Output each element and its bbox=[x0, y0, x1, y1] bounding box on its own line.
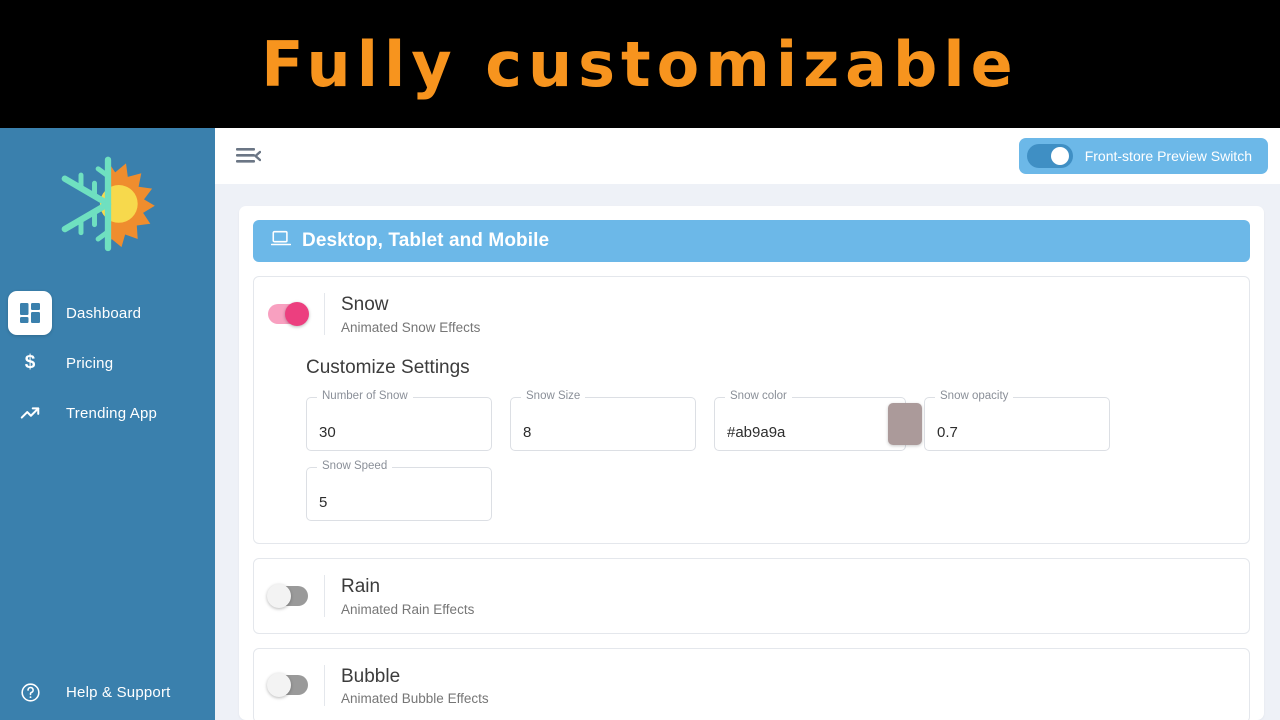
field-snow-opacity[interactable]: Snow opacity 0.7 bbox=[924, 389, 1110, 451]
preview-switch-label: Front-store Preview Switch bbox=[1084, 148, 1252, 164]
sidebar-item-dashboard[interactable]: Dashboard bbox=[0, 288, 215, 338]
field-snow-color[interactable]: Snow color #ab9a9a bbox=[714, 389, 922, 451]
desktop-monitor-icon bbox=[270, 230, 292, 252]
effect-block-snow: Snow Animated Snow Effects Customize Set… bbox=[253, 276, 1250, 544]
dollar-icon: $ bbox=[24, 352, 36, 373]
topbar: Front-store Preview Switch bbox=[215, 128, 1280, 184]
effect-description: Animated Rain Effects bbox=[341, 601, 475, 617]
dashboard-grid-icon bbox=[8, 291, 52, 335]
field-value: 30 bbox=[319, 423, 336, 441]
field-number-of-snow[interactable]: Number of Snow 30 bbox=[306, 389, 492, 451]
field-label: Snow opacity bbox=[935, 389, 1014, 402]
effect-block-rain: Rain Animated Rain Effects bbox=[253, 557, 1250, 634]
field-value: 8 bbox=[523, 423, 532, 441]
effect-title: Bubble bbox=[341, 665, 401, 687]
field-value: 5 bbox=[319, 493, 328, 511]
app-shell: Dashboard $ Pricing Trending App Help & … bbox=[0, 128, 1280, 720]
field-snow-speed[interactable]: Snow Speed 5 bbox=[306, 459, 492, 521]
field-snow-size[interactable]: Snow Size 8 bbox=[510, 389, 696, 451]
bubble-effect-toggle[interactable] bbox=[267, 673, 308, 698]
sidebar-item-pricing[interactable]: $ Pricing bbox=[0, 338, 215, 388]
field-label: Snow color bbox=[725, 389, 792, 402]
field-label: Number of Snow bbox=[317, 389, 413, 402]
panel-header: Desktop, Tablet and Mobile bbox=[253, 220, 1250, 262]
effect-head: Bubble Animated Bubble Effects bbox=[254, 649, 1249, 720]
effect-text: Rain Animated Rain Effects bbox=[324, 574, 475, 617]
effect-block-bubble: Bubble Animated Bubble Effects bbox=[253, 647, 1250, 720]
sidebar-nav: Dashboard $ Pricing Trending App bbox=[0, 288, 215, 438]
field-label: Snow Speed bbox=[317, 459, 393, 472]
snow-color-swatch[interactable] bbox=[888, 402, 922, 445]
effect-text: Snow Animated Snow Effects bbox=[324, 293, 480, 335]
effect-text: Bubble Animated Bubble Effects bbox=[324, 664, 489, 707]
field-label: Snow Size bbox=[521, 389, 586, 402]
main-column: Front-store Preview Switch Desktop, Tabl… bbox=[215, 128, 1280, 720]
settings-field-grid: Number of Snow 30 Snow Size 8 Snow color… bbox=[306, 389, 1231, 521]
effects-panel-card: Desktop, Tablet and Mobile Snow Animated… bbox=[239, 206, 1264, 720]
effect-title: Snow bbox=[341, 294, 389, 315]
sidebar-item-trending-app[interactable]: Trending App bbox=[0, 388, 215, 438]
snowflake-sun-logo bbox=[61, 156, 155, 252]
sidebar-footer-label: Help & Support bbox=[66, 683, 171, 701]
snow-effect-toggle[interactable] bbox=[268, 301, 309, 326]
promo-banner: Fully customizable bbox=[0, 0, 1280, 128]
sidebar-item-label: Trending App bbox=[66, 404, 158, 422]
promo-headline: Fully customizable bbox=[261, 27, 1019, 101]
effect-title: Rain bbox=[341, 575, 381, 597]
sidebar-item-label: Dashboard bbox=[66, 304, 142, 322]
field-value: #ab9a9a bbox=[727, 423, 786, 441]
sidebar-item-label: Pricing bbox=[66, 354, 114, 372]
effect-head: Snow Animated Snow Effects bbox=[254, 277, 1249, 351]
effect-head: Rain Animated Rain Effects bbox=[254, 559, 1249, 633]
effect-description: Animated Bubble Effects bbox=[341, 691, 489, 707]
panel-header-title: Desktop, Tablet and Mobile bbox=[302, 230, 550, 251]
effect-description: Animated Snow Effects bbox=[341, 319, 481, 335]
customize-settings-title: Customize Settings bbox=[306, 356, 470, 378]
sidebar-item-help-support[interactable]: Help & Support bbox=[0, 670, 215, 714]
trending-up-icon bbox=[8, 391, 52, 435]
help-circle-icon bbox=[8, 670, 52, 714]
menu-collapse-icon[interactable] bbox=[233, 143, 263, 169]
field-value: 0.7 bbox=[937, 423, 958, 441]
customize-settings-section: Customize Settings Number of Snow 30 Sno… bbox=[254, 357, 1249, 543]
rain-effect-toggle[interactable] bbox=[267, 583, 308, 608]
sidebar: Dashboard $ Pricing Trending App Help & … bbox=[0, 128, 215, 720]
sidebar-logo bbox=[0, 128, 215, 278]
front-store-preview-switch[interactable]: Front-store Preview Switch bbox=[1018, 138, 1268, 174]
content-area: Desktop, Tablet and Mobile Snow Animated… bbox=[215, 184, 1280, 720]
preview-switch-toggle[interactable] bbox=[1026, 144, 1073, 168]
